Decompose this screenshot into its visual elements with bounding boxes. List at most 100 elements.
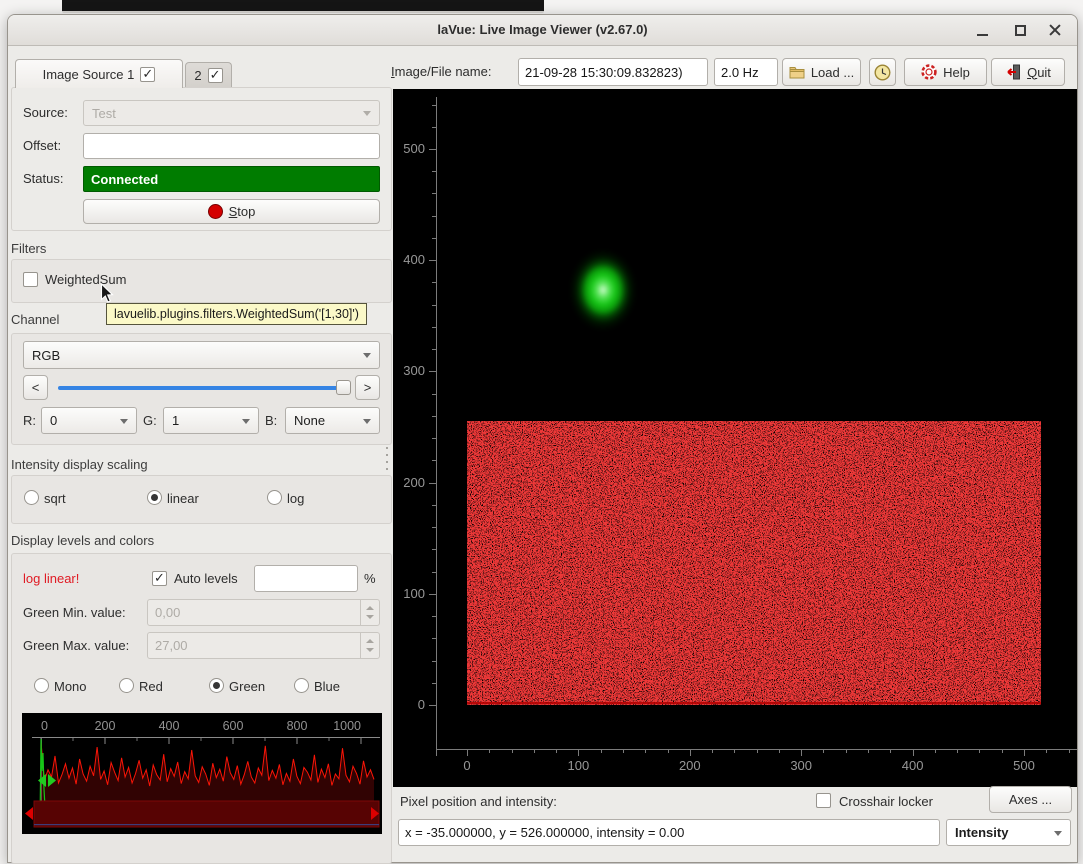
r-channel-combobox[interactable]: 0 — [41, 407, 137, 434]
y-axis-tick — [429, 371, 436, 372]
radio-green[interactable] — [209, 678, 224, 693]
load-button[interactable]: Load ... — [782, 58, 861, 86]
channel-next-button[interactable]: > — [355, 375, 380, 400]
x-axis-minor-tick — [1002, 749, 1003, 753]
folder-icon — [789, 66, 805, 79]
x-axis-tick — [690, 749, 691, 756]
spin-arrows[interactable] — [360, 633, 379, 658]
pixel-position-field[interactable]: x = -35.000000, y = 526.000000, intensit… — [398, 819, 940, 846]
image-file-name-field[interactable]: 21-09-28 15:30:09.832823) — [518, 58, 708, 86]
x-axis-minor-tick — [668, 749, 669, 753]
x-axis-tick — [913, 749, 914, 756]
red-histogram-fill — [41, 742, 374, 802]
channel-slider-track[interactable] — [58, 386, 350, 390]
refresh-rate-field[interactable]: 2.0 Hz — [714, 58, 778, 86]
stop-button[interactable]: Stop — [83, 199, 380, 224]
source-combobox[interactable]: Test — [83, 100, 380, 126]
red-level-region[interactable] — [34, 801, 379, 827]
x-axis-tick-label: 500 — [1004, 758, 1044, 774]
image-plot[interactable]: 01002003004005000100200300400500 — [393, 89, 1077, 787]
timing-button[interactable] — [869, 58, 896, 86]
spin-arrows[interactable] — [360, 600, 379, 625]
green-max-spinbox[interactable]: 27,00 — [147, 632, 380, 659]
y-axis-minor-tick — [432, 549, 436, 550]
x-axis-minor-tick — [890, 749, 891, 753]
y-axis-minor-tick — [432, 616, 436, 617]
chevron-down-icon — [363, 419, 371, 424]
channel-slider-handle[interactable] — [336, 380, 351, 395]
y-axis-minor-tick — [432, 505, 436, 506]
radio-blue[interactable] — [294, 678, 309, 693]
histogram-tick-label: 400 — [159, 719, 180, 733]
g-channel-combobox[interactable]: 1 — [163, 407, 259, 434]
offset-field[interactable] — [83, 133, 380, 159]
red-region-left-handle[interactable] — [25, 807, 33, 820]
minimize-icon — [977, 34, 988, 36]
crosshair-locker-checkbox[interactable] — [816, 793, 831, 808]
tab2-enabled-checkbox[interactable] — [208, 68, 223, 83]
radio-green-label: Green — [229, 679, 265, 695]
x-axis-minor-tick — [712, 749, 713, 753]
weightedsum-checkbox[interactable] — [23, 272, 38, 287]
radio-sqrt[interactable] — [24, 490, 39, 505]
y-axis-minor-tick — [432, 416, 436, 417]
y-axis-tick — [429, 483, 436, 484]
chevron-down-icon — [363, 353, 371, 358]
quit-button[interactable]: Quit — [991, 58, 1065, 86]
histogram-tick-label: 1000 — [333, 719, 361, 733]
radio-sqrt-label: sqrt — [44, 491, 66, 507]
y-axis-tick — [429, 149, 436, 150]
x-axis-minor-tick — [556, 749, 557, 753]
histogram-tick-label: 600 — [223, 719, 244, 733]
title-bar[interactable]: laVue: Live Image Viewer (v2.67.0) — [8, 15, 1077, 46]
y-axis-tick-label: 400 — [393, 252, 425, 268]
auto-levels-label: Auto levels — [174, 571, 238, 587]
channel-mode-combobox[interactable]: RGB — [23, 341, 380, 369]
tab-image-source-2[interactable]: 2 — [185, 62, 232, 88]
green-min-label: Green Min. value: — [23, 605, 126, 621]
close-button[interactable] — [1042, 15, 1068, 45]
y-axis-minor-tick — [432, 171, 436, 172]
green-beam-spot — [565, 244, 641, 336]
green-max-label: Green Max. value: — [23, 638, 129, 654]
y-axis-tick-label: 0 — [393, 697, 425, 713]
radio-red[interactable] — [119, 678, 134, 693]
radio-log[interactable] — [267, 490, 282, 505]
x-axis-minor-tick — [935, 749, 936, 753]
y-axis-minor-tick — [432, 638, 436, 639]
minimize-button[interactable] — [970, 15, 996, 45]
radio-linear-label: linear — [167, 491, 199, 507]
auto-levels-checkbox[interactable] — [152, 571, 167, 586]
x-axis-minor-tick — [1069, 749, 1070, 753]
radio-linear[interactable] — [147, 490, 162, 505]
auto-levels-percent-field[interactable] — [254, 565, 358, 592]
b-channel-combobox[interactable]: None — [285, 407, 380, 434]
y-axis-minor-tick — [432, 349, 436, 350]
chevron-down-icon — [242, 419, 250, 424]
scaling-section-label: Intensity display scaling — [11, 457, 148, 473]
display-mode-combobox[interactable]: Intensity — [946, 819, 1071, 846]
radio-log-label: log — [287, 491, 304, 507]
maximize-button[interactable] — [1007, 15, 1033, 45]
help-button[interactable]: Help — [904, 58, 987, 86]
x-axis-minor-tick — [734, 749, 735, 753]
x-axis-minor-tick — [645, 749, 646, 753]
channel-section-label: Channel — [11, 312, 59, 328]
axes-button[interactable]: Axes ... — [989, 786, 1072, 813]
x-axis-minor-tick — [979, 749, 980, 753]
tab-image-source-1[interactable]: Image Source 1 — [15, 59, 183, 88]
levels-section-label: Display levels and colors — [11, 533, 154, 549]
y-axis-minor-tick — [432, 238, 436, 239]
radio-mono[interactable] — [34, 678, 49, 693]
green-min-spinbox[interactable]: 0,00 — [147, 599, 380, 626]
intensity-histogram[interactable]: 02004006008001000 — [22, 713, 382, 834]
quit-icon — [1005, 64, 1021, 80]
y-axis-tick — [429, 705, 436, 706]
window-title: laVue: Live Image Viewer (v2.67.0) — [8, 15, 1077, 45]
vertical-splitter-handle[interactable] — [386, 447, 388, 470]
channel-prev-button[interactable]: < — [23, 375, 48, 400]
x-axis-tick — [578, 749, 579, 756]
y-axis-minor-tick — [432, 305, 436, 306]
tab1-enabled-checkbox[interactable] — [140, 67, 155, 82]
stop-label: Stop — [229, 204, 256, 219]
